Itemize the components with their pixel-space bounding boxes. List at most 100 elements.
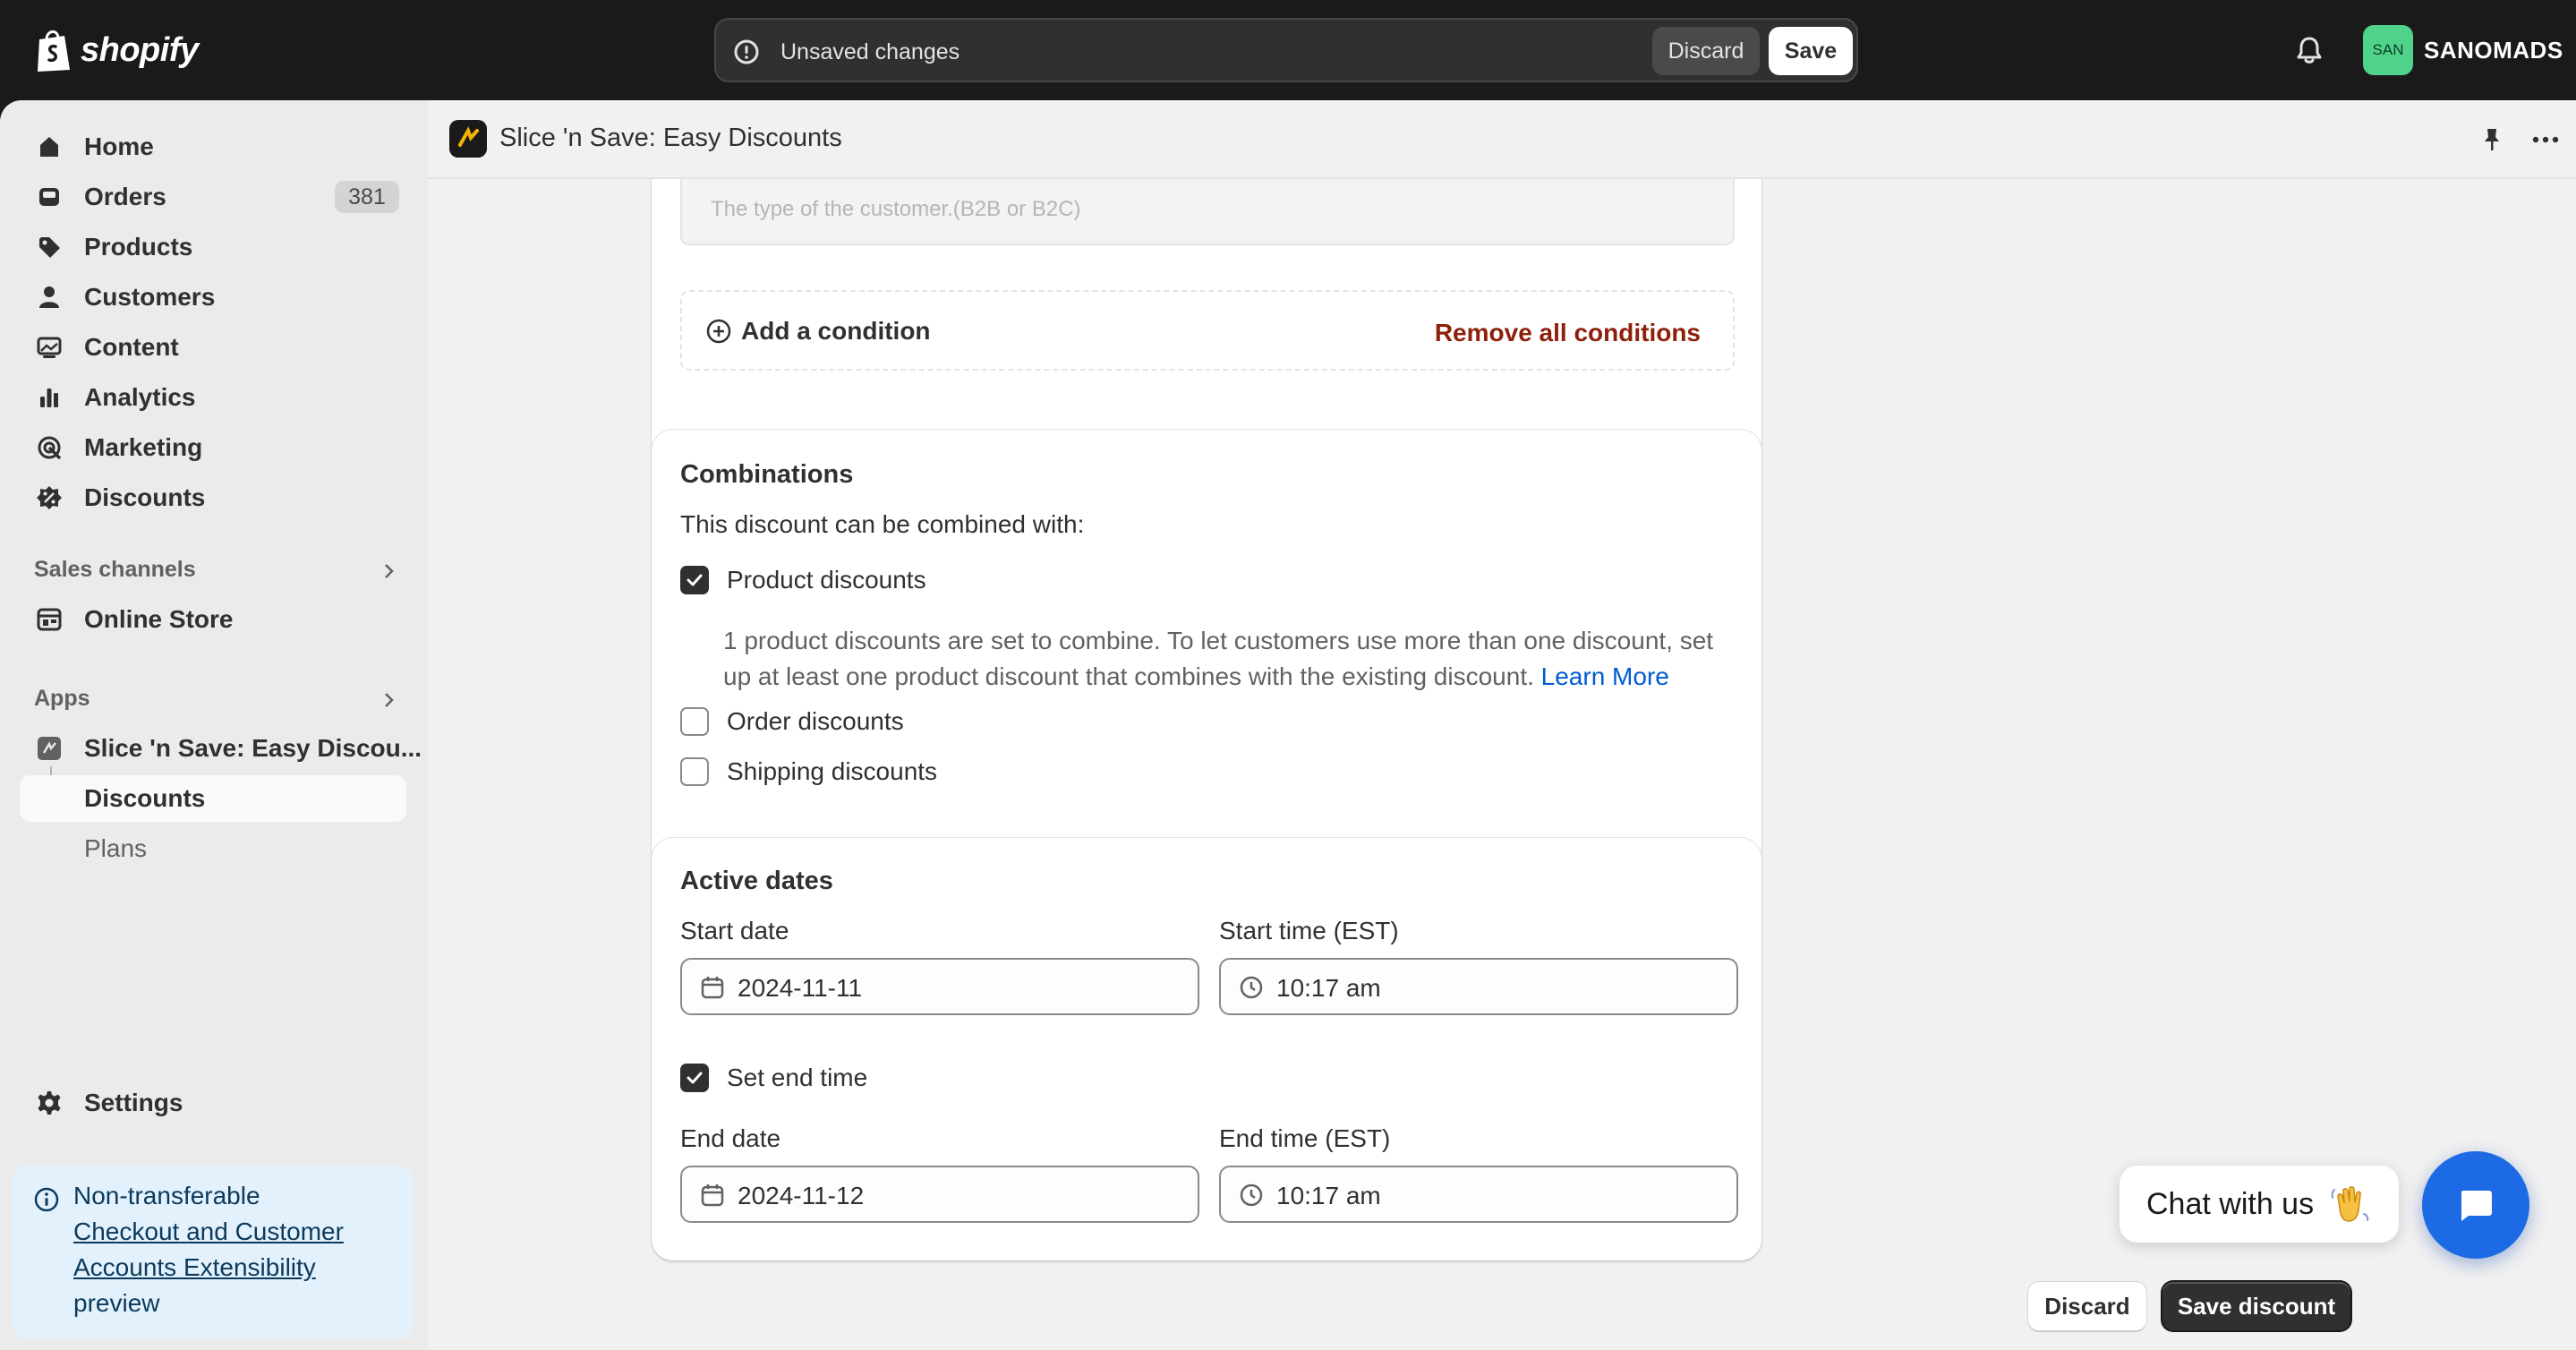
- shipping-discounts-checkbox[interactable]: Shipping discounts: [680, 757, 937, 786]
- checkbox-checked[interactable]: [680, 566, 709, 594]
- sidebar-item-slice-n-save[interactable]: Slice 'n Save: Easy Discou...: [20, 725, 422, 772]
- end-date-label: End date: [680, 1124, 781, 1152]
- sales-channels-heading[interactable]: Sales channels: [34, 557, 196, 583]
- set-end-time-label: Set end time: [727, 1064, 868, 1091]
- sidebar-item-label: Marketing: [84, 433, 203, 461]
- save-discount-button[interactable]: Save discount: [2162, 1282, 2350, 1330]
- orders-count-badge: 381: [335, 181, 399, 213]
- checkbox-checked[interactable]: [680, 1064, 709, 1092]
- end-time-label: End time (EST): [1219, 1124, 1391, 1152]
- end-date-field[interactable]: 2024-11-12: [680, 1166, 1199, 1223]
- apps-heading[interactable]: Apps: [34, 686, 90, 712]
- start-time-value: 10:17 am: [1276, 974, 1381, 1002]
- bell-icon[interactable]: [2293, 34, 2325, 66]
- extensibility-link[interactable]: Checkout and Customer Accounts Extensibi…: [73, 1218, 344, 1281]
- clock-icon: [1240, 976, 1263, 999]
- sidebar-item-settings[interactable]: Settings: [20, 1080, 406, 1126]
- app-icon: [38, 737, 61, 760]
- save-button[interactable]: Save: [1769, 27, 1853, 75]
- sidebar-item-online-store[interactable]: Online Store: [20, 596, 406, 643]
- start-date-label: Start date: [680, 917, 789, 944]
- sidebar-item-label: Content: [84, 333, 179, 361]
- shopify-logo[interactable]: shopify: [34, 25, 199, 75]
- order-discounts-label: Order discounts: [727, 707, 904, 735]
- sidebar-item-products[interactable]: Products: [20, 224, 406, 270]
- sidebar-item-label: Slice 'n Save: Easy Discou...: [84, 734, 422, 762]
- end-time-field[interactable]: 10:17 am: [1219, 1166, 1738, 1223]
- chat-label: Chat with us: [2146, 1187, 2315, 1221]
- order-discounts-checkbox[interactable]: Order discounts: [680, 707, 904, 736]
- add-condition-button[interactable]: Add a condition: [705, 317, 931, 346]
- sidebar-item-discounts[interactable]: Discounts: [20, 474, 406, 521]
- checkmark-icon: [687, 574, 703, 586]
- shipping-discounts-label: Shipping discounts: [727, 757, 938, 785]
- active-dates-card: Active dates Start date 2024-11-11 Start…: [652, 838, 1761, 1260]
- combinations-card: Combinations This discount can be combin…: [652, 430, 1761, 906]
- sidebar-item-label: Discounts: [84, 784, 206, 812]
- sidebar-item-marketing[interactable]: Marketing: [20, 424, 406, 471]
- content-icon: [37, 337, 62, 358]
- chevron-right-icon[interactable]: [378, 560, 399, 582]
- sidebar-item-app-discounts[interactable]: Discounts: [20, 775, 406, 822]
- sidebar-item-label: Orders: [84, 183, 166, 210]
- footer-discard-button[interactable]: Discard: [2028, 1282, 2146, 1330]
- top-bar: shopify Unsaved changes Discard Save SAN…: [0, 0, 2576, 100]
- bar-chart-icon: [40, 389, 58, 407]
- product-discounts-checkbox[interactable]: Product discounts: [680, 566, 926, 594]
- orders-icon: [39, 188, 59, 206]
- unsaved-changes-bar: Unsaved changes Discard Save: [714, 18, 1858, 82]
- info-icon: [34, 1187, 59, 1212]
- learn-more-link[interactable]: Learn More: [1541, 662, 1669, 690]
- discard-button[interactable]: Discard: [1652, 27, 1760, 75]
- sidebar-item-content[interactable]: Content: [20, 324, 406, 371]
- customer-type-field[interactable]: The type of the customer.(B2B or B2C): [680, 179, 1735, 245]
- chevron-right-icon[interactable]: [378, 689, 399, 711]
- sidebar-item-label: Discounts: [84, 483, 206, 511]
- active-dates-title: Active dates: [680, 867, 833, 895]
- sidebar: Home Orders 381 Products Customers Conte…: [0, 100, 428, 1350]
- app-header: Slice 'n Save: Easy Discounts: [428, 100, 2576, 179]
- end-time-value: 10:17 am: [1276, 1182, 1381, 1209]
- product-discounts-label: Product discounts: [727, 566, 926, 594]
- sidebar-item-label: Home: [84, 132, 154, 160]
- extensibility-info-banner: Non-transferable Checkout and Customer A…: [13, 1166, 414, 1339]
- banner-title: Non-transferable: [73, 1182, 260, 1209]
- chat-with-us-button[interactable]: Chat with us: [2120, 1166, 2399, 1243]
- pin-icon[interactable]: [2478, 125, 2506, 154]
- more-horizontal-icon[interactable]: [2529, 125, 2562, 154]
- plus-circle-icon: [706, 319, 731, 344]
- target-icon: [38, 436, 62, 460]
- sidebar-item-label: Products: [84, 233, 193, 261]
- shopify-bag-icon: [38, 30, 70, 72]
- chat-bubble-icon: [2461, 1191, 2492, 1221]
- sidebar-item-customers[interactable]: Customers: [20, 274, 406, 320]
- start-time-label: Start time (EST): [1219, 917, 1399, 944]
- sidebar-item-plans[interactable]: Plans: [20, 825, 406, 872]
- sidebar-item-analytics[interactable]: Analytics: [20, 374, 406, 421]
- alert-circle-icon: [734, 39, 759, 64]
- combinations-subtitle: This discount can be combined with:: [680, 510, 1085, 538]
- remove-all-conditions-button[interactable]: Remove all conditions: [1435, 319, 1701, 347]
- start-time-field[interactable]: 10:17 am: [1219, 958, 1738, 1015]
- home-icon: [40, 137, 58, 157]
- sidebar-item-label: Settings: [84, 1089, 183, 1116]
- checkbox-unchecked[interactable]: [680, 707, 709, 736]
- set-end-time-checkbox[interactable]: Set end time: [680, 1064, 867, 1092]
- sidebar-item-home[interactable]: Home: [20, 124, 406, 170]
- start-date-value: 2024-11-11: [738, 974, 863, 1002]
- sidebar-item-label: Online Store: [84, 605, 234, 633]
- sidebar-item-orders[interactable]: Orders 381: [20, 174, 406, 220]
- store-name: SANOMADS: [2424, 36, 2563, 64]
- tag-icon: [39, 237, 60, 258]
- app-logo-icon: [449, 120, 487, 158]
- calendar-icon: [701, 977, 724, 999]
- end-date-value: 2024-11-12: [738, 1182, 865, 1209]
- chat-launcher-button[interactable]: [2422, 1151, 2529, 1259]
- waving-hand-icon: [2331, 1186, 2369, 1222]
- sidebar-item-label: Plans: [84, 834, 148, 862]
- unsaved-changes-text: Unsaved changes: [780, 39, 960, 64]
- start-date-field[interactable]: 2024-11-11: [680, 958, 1199, 1015]
- checkbox-unchecked[interactable]: [680, 757, 709, 786]
- store-menu[interactable]: SAN SANOMADS: [2363, 25, 2563, 75]
- sidebar-item-label: Analytics: [84, 383, 196, 411]
